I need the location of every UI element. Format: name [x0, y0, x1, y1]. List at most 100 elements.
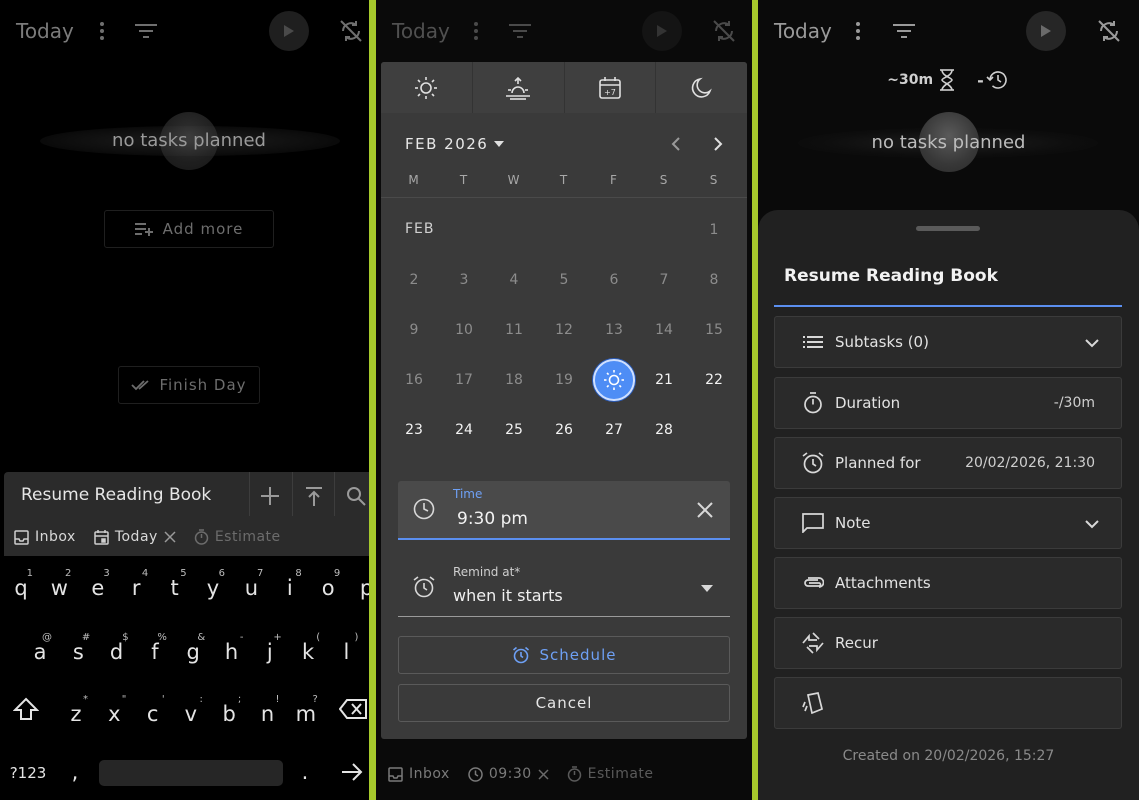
recur-row[interactable]: Recur	[774, 617, 1122, 669]
backspace-key[interactable]	[337, 699, 369, 719]
quick-next-week-button[interactable]: +7	[565, 62, 657, 113]
planned-for-row[interactable]: Planned for 20/02/2026, 21:30	[774, 437, 1122, 489]
key-s[interactable]: # s	[60, 632, 96, 664]
key-z[interactable]: * z	[58, 694, 94, 726]
selected-day-20[interactable]	[593, 359, 635, 401]
play-button[interactable]	[1026, 11, 1066, 51]
filter-icon[interactable]	[888, 15, 920, 47]
calendar-day[interactable]: 10	[439, 315, 489, 345]
calendar-day[interactable]: 2	[389, 265, 439, 295]
period-key[interactable]: .	[290, 760, 320, 784]
quick-today-button[interactable]	[381, 62, 473, 113]
calendar-day[interactable]: 15	[689, 315, 739, 345]
month-selector[interactable]: FEB 2026	[405, 135, 505, 153]
inbox-chip[interactable]: Inbox	[14, 529, 76, 545]
previous-month-button[interactable]	[664, 132, 688, 156]
add-icon[interactable]	[256, 482, 284, 510]
inbox-chip[interactable]: Inbox	[388, 766, 450, 782]
remove-time-button[interactable]: -	[977, 68, 1010, 92]
close-icon[interactable]	[164, 531, 176, 543]
clear-time-icon[interactable]	[697, 502, 713, 518]
next-month-button[interactable]	[706, 132, 730, 156]
drag-handle[interactable]	[916, 226, 980, 231]
remind-at-select[interactable]: Remind at* when it starts	[398, 557, 730, 617]
key-f[interactable]: % f	[137, 632, 173, 664]
calendar-day[interactable]: 19	[539, 365, 589, 395]
estimate-chip[interactable]: Estimate	[194, 529, 281, 545]
schedule-button[interactable]: Schedule	[398, 636, 730, 674]
calendar-day[interactable]: 17	[439, 365, 489, 395]
comma-key[interactable]: ,	[60, 760, 90, 784]
key-r[interactable]: 4r	[118, 568, 154, 600]
key-o[interactable]: 9o	[310, 568, 346, 600]
calendar-day[interactable]: 24	[439, 415, 489, 445]
key-p[interactable]: 0p	[349, 576, 369, 600]
search-icon[interactable]	[342, 482, 369, 510]
key-x[interactable]: " x	[96, 694, 132, 726]
more-vert-icon[interactable]	[460, 15, 492, 47]
cancel-button[interactable]: Cancel	[398, 684, 730, 722]
key-a[interactable]: @ a	[22, 632, 58, 664]
key-l[interactable]: ) l	[328, 632, 364, 664]
more-vert-icon[interactable]	[842, 15, 874, 47]
calendar-day[interactable]: 6	[589, 265, 639, 295]
key-u[interactable]: 7u	[233, 568, 269, 600]
estimate-chip[interactable]: Estimate	[567, 766, 654, 782]
calendar-day[interactable]: 4	[489, 265, 539, 295]
sync-disabled-icon[interactable]	[708, 15, 740, 47]
play-button[interactable]	[642, 11, 682, 51]
add-more-button[interactable]: Add more	[104, 210, 274, 248]
calendar-day[interactable]: 25	[489, 415, 539, 445]
shift-key[interactable]	[8, 697, 44, 721]
key-n[interactable]: ! n	[250, 694, 286, 726]
play-button[interactable]	[269, 11, 309, 51]
key-v[interactable]: :v	[173, 694, 209, 726]
filter-icon[interactable]	[130, 15, 162, 47]
close-icon[interactable]	[538, 768, 549, 780]
calendar-day[interactable]: 13	[589, 315, 639, 345]
symbols-key[interactable]: ?123	[8, 764, 48, 782]
space-key[interactable]	[99, 760, 283, 786]
calendar-day[interactable]: 27	[589, 415, 639, 445]
key-d[interactable]: $ d	[99, 632, 135, 664]
quick-tomorrow-button[interactable]	[473, 62, 565, 113]
key-h[interactable]: -h	[214, 632, 250, 664]
calendar-day[interactable]: 11	[489, 315, 539, 345]
key-w[interactable]: 2w	[41, 568, 77, 600]
calendar-day[interactable]: 21	[639, 365, 689, 395]
quick-tonight-button[interactable]	[656, 62, 747, 113]
note-row[interactable]: Note	[774, 497, 1122, 549]
enter-key[interactable]	[336, 762, 368, 782]
key-t[interactable]: 5t	[157, 568, 193, 600]
key-c[interactable]: ' c	[135, 694, 171, 726]
key-y[interactable]: 6y	[195, 568, 231, 600]
filter-icon[interactable]	[504, 15, 536, 47]
calendar-day[interactable]: 18	[489, 365, 539, 395]
key-i[interactable]: 8i	[272, 568, 308, 600]
finish-day-button[interactable]: Finish Day	[118, 366, 260, 404]
attachments-row[interactable]: Attachments	[774, 557, 1122, 609]
tags-row[interactable]	[774, 677, 1122, 729]
task-title-input[interactable]: Resume Reading Book	[21, 485, 211, 505]
calendar-day[interactable]: 16	[389, 365, 439, 395]
sync-disabled-icon[interactable]	[335, 15, 367, 47]
calendar-day[interactable]: 1	[689, 215, 739, 245]
add-to-top-icon[interactable]	[300, 482, 328, 510]
calendar-day[interactable]: 22	[689, 365, 739, 395]
today-chip[interactable]: Today	[94, 529, 176, 545]
key-q[interactable]: 1q	[3, 568, 39, 600]
calendar-day[interactable]: 9	[389, 315, 439, 345]
subtasks-row[interactable]: Subtasks (0)	[774, 316, 1122, 368]
calendar-day[interactable]: 5	[539, 265, 589, 295]
key-e[interactable]: 3e	[80, 568, 116, 600]
key-k[interactable]: (k	[290, 632, 326, 664]
more-vert-icon[interactable]	[86, 15, 118, 47]
calendar-day[interactable]: 28	[639, 415, 689, 445]
sync-disabled-icon[interactable]	[1093, 15, 1125, 47]
key-b[interactable]: ; b	[211, 694, 247, 726]
key-g[interactable]: & g	[175, 632, 211, 664]
calendar-day[interactable]: 8	[689, 265, 739, 295]
time-field[interactable]: Time 9:30 pm	[398, 481, 730, 540]
calendar-day[interactable]: 7	[639, 265, 689, 295]
duration-row[interactable]: Duration -/30m	[774, 377, 1122, 429]
